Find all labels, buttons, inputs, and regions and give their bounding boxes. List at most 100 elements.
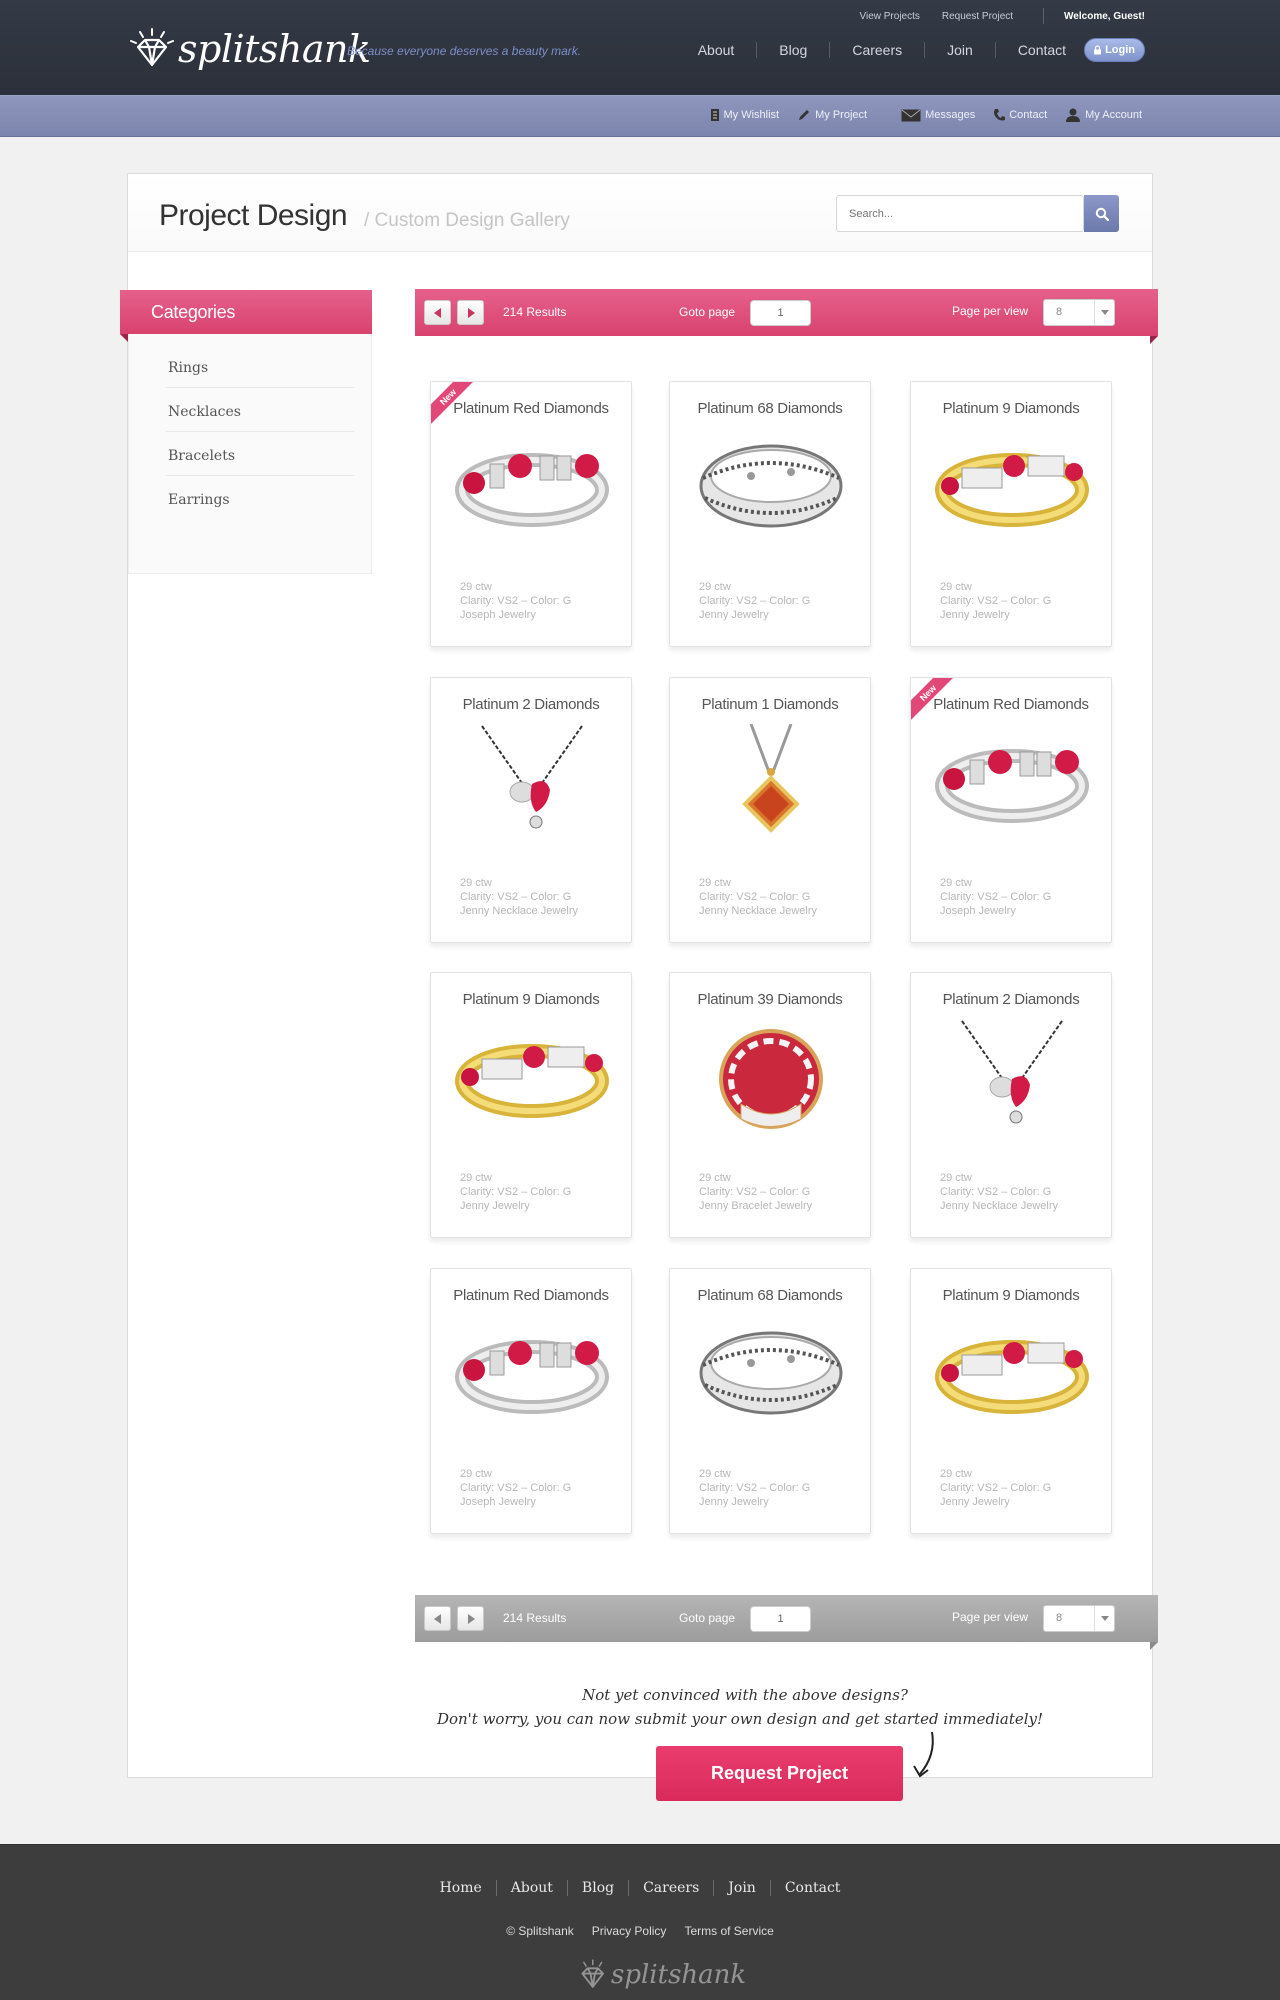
arrow-left-icon (433, 307, 441, 318)
product-card[interactable]: Platinum 9 Diamonds 29 ctw Clarity: VS2 –… (910, 1268, 1112, 1534)
nav-contact[interactable]: Contact (996, 42, 1078, 58)
wishlist-icon (710, 109, 719, 121)
product-card[interactable]: Platinum Red Diamonds 29 ctw Clarity: VS2… (430, 1268, 632, 1534)
next-page-button[interactable] (457, 300, 484, 325)
product-image[interactable] (452, 724, 612, 834)
product-card[interactable]: Platinum 68 Diamonds 29 ctw Clarity: VS2 … (669, 1268, 871, 1534)
product-image[interactable] (691, 1315, 851, 1425)
product-vendor: Jenny Bracelet Jewelry (699, 1200, 813, 1212)
product-card[interactable]: Platinum 9 Diamonds 29 ctw Clarity: VS2 –… (910, 381, 1112, 647)
category-bracelets[interactable]: Bracelets (166, 432, 354, 476)
per-page-select[interactable]: 8 (1043, 1605, 1115, 1632)
lock-icon (1094, 45, 1102, 55)
product-vendor: Joseph Jewelry (940, 905, 1016, 917)
main-nav: About Blog Careers Join Contact Login (676, 38, 1145, 62)
product-image[interactable] (691, 724, 851, 834)
product-meta: 29 ctw Clarity: VS2 – Color: G Jenny Neckl… (940, 1171, 1058, 1213)
footer-nav-about[interactable]: About (497, 1880, 568, 1896)
product-ctw: 29 ctw (940, 877, 972, 889)
footer-logo-text: splitshank (611, 1960, 747, 1990)
product-image[interactable] (452, 1019, 612, 1129)
product-card[interactable]: Platinum 2 Diamonds 29 ctw Clarity: VS2 –… (430, 677, 632, 943)
product-meta: 29 ctw Clarity: VS2 – Color: G Jenny Jewel… (940, 580, 1051, 622)
messages-link[interactable]: Messages (901, 108, 975, 122)
goto-page-input[interactable]: 1 (750, 300, 811, 326)
pencil-icon (799, 110, 810, 120)
site-header: splitshank Because everyone deserves a b… (0, 0, 1280, 95)
nav-blog[interactable]: Blog (757, 42, 831, 58)
goto-page-input[interactable]: 1 (750, 1606, 811, 1632)
my-account-link[interactable]: My Account (1065, 108, 1142, 122)
product-ctw: 29 ctw (699, 1172, 731, 1184)
product-card[interactable]: New Platinum Red Diamonds 29 ctw Clarity: … (430, 381, 632, 647)
per-page-value: 8 (1056, 306, 1063, 318)
footer-logo[interactable]: splitshank (575, 1958, 746, 1992)
my-project-link[interactable]: My Project (797, 108, 867, 122)
product-image[interactable] (932, 428, 1092, 538)
product-image[interactable] (691, 1019, 851, 1129)
product-meta: 29 ctw Clarity: VS2 – Color: G Jenny Jewel… (940, 1467, 1051, 1509)
product-card[interactable]: New Platinum Red Diamonds 29 ctw Clarity: … (910, 677, 1112, 943)
product-image[interactable] (452, 1315, 612, 1425)
prev-page-button[interactable] (424, 1606, 451, 1631)
privacy-policy-link[interactable]: Privacy Policy (592, 1924, 667, 1938)
curved-arrow-icon (913, 1731, 934, 1778)
nav-careers[interactable]: Careers (830, 42, 926, 58)
terms-of-service-link[interactable]: Terms of Service (684, 1924, 773, 1938)
product-title: Platinum 2 Diamonds (462, 696, 600, 713)
product-ctw: 29 ctw (699, 877, 731, 889)
product-image[interactable] (932, 1315, 1092, 1425)
request-project-button[interactable]: Request Project (656, 1746, 903, 1801)
product-card[interactable]: Platinum 68 Diamonds 29 ctw Clarity: VS2 … (669, 381, 871, 647)
product-meta: 29 ctw Clarity: VS2 – Color: G Jenny Neckl… (699, 876, 817, 918)
category-earrings[interactable]: Earrings (166, 476, 354, 520)
product-clarity: Clarity: VS2 – Color: G (699, 595, 811, 607)
product-ctw: 29 ctw (460, 581, 492, 593)
results-count: 214 Results (503, 1611, 567, 1625)
nav-about[interactable]: About (676, 42, 758, 58)
product-image[interactable] (932, 1019, 1092, 1129)
footer-nav-join[interactable]: Join (714, 1880, 771, 1896)
logo[interactable]: splitshank (128, 18, 371, 80)
view-projects-link[interactable]: View Projects (859, 11, 919, 22)
footer-nav-contact[interactable]: Contact (771, 1880, 855, 1896)
product-clarity: Clarity: VS2 – Color: G (699, 891, 811, 903)
nav-join[interactable]: Join (925, 42, 996, 58)
login-button[interactable]: Login (1084, 38, 1145, 62)
envelope-icon (901, 109, 921, 121)
product-clarity: Clarity: VS2 – Color: G (940, 595, 1052, 607)
product-image[interactable] (691, 428, 851, 538)
product-meta: 29 ctw Clarity: VS2 – Color: G Jenny Jewel… (699, 580, 810, 622)
contact-link[interactable]: Contact (993, 108, 1047, 122)
search-button[interactable] (1084, 195, 1119, 232)
product-card[interactable]: Platinum 2 Diamonds 29 ctw Clarity: VS2 –… (910, 972, 1112, 1238)
product-ctw: 29 ctw (940, 1468, 972, 1480)
next-page-button[interactable] (457, 1606, 484, 1631)
product-vendor: Jenny Jewelry (460, 1200, 530, 1212)
cta-line-1: Not yet convinced with the above designs… (582, 1686, 908, 1704)
product-ctw: 29 ctw (460, 877, 492, 889)
footer-nav-careers[interactable]: Careers (629, 1880, 715, 1896)
account-bar: My Wishlist My Project Messages Contact … (0, 95, 1280, 137)
prev-page-button[interactable] (424, 300, 451, 325)
footer-nav-blog[interactable]: Blog (568, 1880, 630, 1896)
search-input[interactable] (836, 195, 1084, 232)
product-title: Platinum 68 Diamonds (697, 1287, 843, 1304)
product-vendor: Jenny Jewelry (940, 609, 1010, 621)
product-vendor: Jenny Necklace Jewelry (940, 1200, 1058, 1212)
product-image[interactable] (452, 428, 612, 538)
product-card[interactable]: Platinum 9 Diamonds 29 ctw Clarity: VS2 –… (430, 972, 632, 1238)
product-clarity: Clarity: VS2 – Color: G (940, 1186, 1052, 1198)
per-page-select[interactable]: 8 (1043, 299, 1115, 326)
my-wishlist-link[interactable]: My Wishlist (710, 108, 779, 122)
login-label: Login (1105, 44, 1135, 56)
product-image[interactable] (932, 724, 1092, 834)
product-card[interactable]: Platinum 1 Diamonds 29 ctw Clarity: VS2 –… (669, 677, 871, 943)
category-necklaces[interactable]: Necklaces (166, 388, 354, 432)
per-page-label: Page per view (952, 304, 1029, 318)
product-ctw: 29 ctw (940, 581, 972, 593)
footer-nav-home[interactable]: Home (426, 1880, 497, 1896)
product-card[interactable]: Platinum 39 Diamonds 29 ctw Clarity: VS2 … (669, 972, 871, 1238)
category-rings[interactable]: Rings (166, 344, 354, 388)
request-project-link[interactable]: Request Project (942, 11, 1013, 22)
